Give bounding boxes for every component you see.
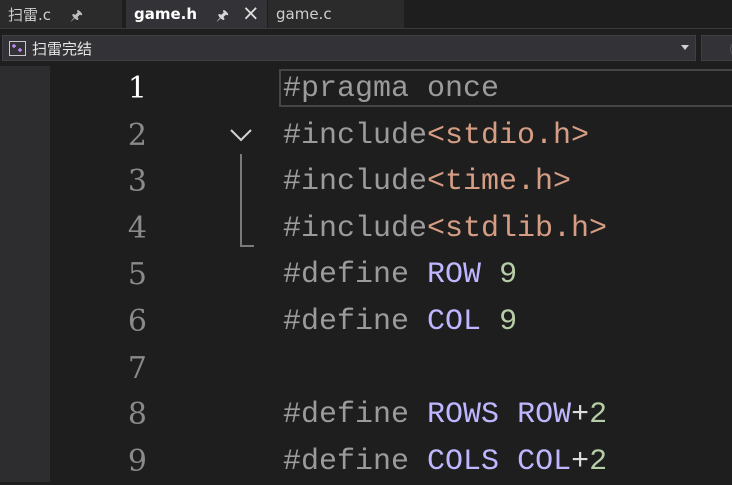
code-token-number: 2 — [589, 398, 608, 433]
line-number: 9 — [127, 443, 147, 479]
line-number: 8 — [127, 397, 147, 433]
code-line[interactable]: 1 #pragma once — [0, 66, 732, 113]
code-line[interactable]: 4 #include<stdlib.h> — [0, 206, 732, 253]
code-text: #pragma once — [283, 66, 499, 112]
code-token-number: 9 — [499, 305, 518, 339]
code-editor[interactable]: 1 #pragma once 2 #include<stdio.h> 3 #include… — [0, 66, 732, 482]
line-number: 6 — [127, 304, 147, 339]
code-line[interactable]: 6 #define COL 9 — [0, 299, 732, 346]
code-line[interactable]: 9 #define COLS COL+2 — [0, 439, 732, 485]
pin-icon[interactable]: 🖈︎ — [70, 5, 83, 29]
project-scope-dropdown[interactable]: 扫雷完结 — [2, 35, 696, 61]
line-number: 5 — [127, 257, 147, 293]
code-token-number: 9 — [499, 258, 518, 293]
tab-game-c[interactable]: game.c — [268, 0, 404, 28]
code-line[interactable]: 5 #define ROW 9 — [0, 252, 732, 299]
pin-icon[interactable]: 🖈︎ — [216, 5, 229, 29]
line-number: 7 — [127, 350, 147, 386]
code-text: #define COL 9 — [283, 299, 517, 345]
code-token-directive: #pragma once — [283, 72, 500, 106]
chevron-down-icon[interactable] — [229, 126, 253, 144]
code-token-macro: ROW — [427, 258, 482, 293]
project-scope-label: 扫雷完结 — [32, 39, 93, 58]
code-token-directive: #define — [283, 398, 428, 433]
line-number: 4 — [127, 210, 147, 246]
code-line[interactable]: 8 #define ROWS ROW+2 — [0, 392, 732, 439]
line-number: 2 — [127, 117, 147, 153]
code-token-macro: ROW — [517, 398, 572, 433]
code-token-macro: COL — [517, 444, 572, 479]
project-scope-icon — [9, 40, 26, 56]
code-text: #define ROW 9 — [283, 252, 517, 298]
line-number: 3 — [127, 164, 147, 200]
code-text: #include<stdlib.h> — [283, 206, 607, 252]
code-token-string: <time.h> — [427, 165, 572, 200]
fold-guide-line — [240, 154, 242, 247]
code-token-number: 2 — [589, 444, 608, 479]
code-token-directive: #define — [283, 444, 428, 479]
code-token-string: <stdlib.h> — [427, 211, 608, 246]
navigation-bar: 扫雷完结 — [0, 33, 732, 63]
document-tab-bar: 扫雷.c 🖈︎ game.h 🖈︎ × game.c — [0, 0, 732, 29]
chevron-down-icon[interactable] — [681, 45, 689, 50]
code-text: #define COLS COL+2 — [283, 439, 607, 485]
code-text: #include<time.h> — [283, 159, 571, 205]
code-text: #define ROWS ROW+2 — [283, 392, 607, 438]
code-token-directive: #include — [283, 211, 428, 246]
code-token-plain: + — [571, 444, 590, 479]
code-text: #include<stdio.h> — [283, 113, 589, 159]
close-icon[interactable]: × — [242, 1, 260, 25]
code-token-directive: #define — [283, 305, 428, 339]
code-line[interactable]: 3 #include<time.h> — [0, 159, 732, 206]
tab-label: game.h — [134, 5, 198, 23]
fold-guide-end — [240, 245, 254, 247]
code-token-directive: #include — [283, 165, 428, 200]
tab-game-h[interactable]: game.h 🖈︎ × — [126, 0, 267, 28]
code-token-plain: + — [571, 398, 590, 433]
code-token-macro: COL — [427, 305, 482, 339]
tab-saolei-c[interactable]: 扫雷.c 🖈︎ — [0, 0, 122, 28]
member-dropdown[interactable] — [701, 35, 732, 61]
line-number: 1 — [127, 71, 147, 106]
code-token-directive: #define — [283, 258, 428, 293]
code-token-string: <stdio.h> — [427, 118, 590, 153]
code-line[interactable]: 7 — [0, 346, 732, 393]
code-line[interactable]: 2 #include<stdio.h> — [0, 113, 732, 160]
tab-label: 扫雷.c — [8, 5, 52, 24]
code-token-directive: #include — [283, 118, 428, 153]
tab-label: game.c — [276, 5, 332, 23]
code-token-macro: COLS — [427, 444, 500, 479]
code-token-macro: ROWS — [427, 398, 500, 433]
